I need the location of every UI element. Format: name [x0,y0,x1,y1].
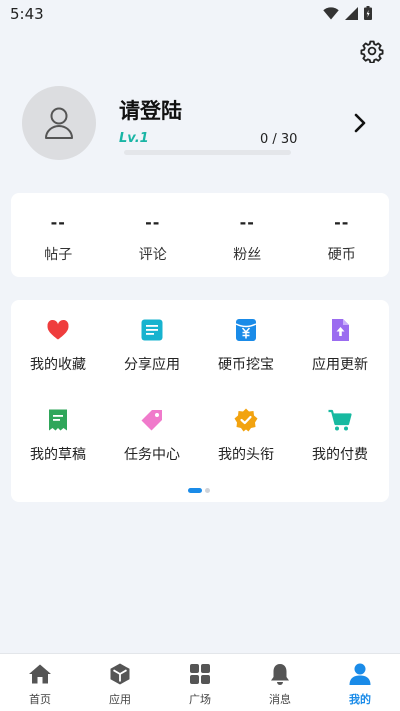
grid-item-drafts[interactable]: 我的草稿 [11,407,105,464]
status-time: 5:43 [10,5,44,23]
stat-comments[interactable]: -- 评论 [106,193,201,277]
stat-fans[interactable]: -- 粉丝 [200,193,295,277]
page-dot [205,488,210,493]
nav-label: 我的 [349,693,371,706]
stat-value: -- [145,213,161,232]
grid-icon [190,664,210,684]
bell-icon [271,664,289,685]
stat-value: -- [239,213,255,232]
nav-messages[interactable]: 消息 [240,654,320,711]
nav-label: 消息 [269,693,291,706]
level-progress-text: 0 / 30 [260,132,298,147]
grid-item-coin-treasure[interactable]: 硬币挖宝 [199,317,293,374]
home-icon [29,664,51,684]
stat-label: 硬币 [327,247,356,263]
person-icon [349,663,371,685]
stats-card: -- 帖子 -- 评论 -- 粉丝 -- 硬币 [11,193,389,277]
nav-label: 广场 [189,693,211,706]
stat-label: 粉丝 [233,247,262,263]
grid-item-label: 我的付费 [312,447,368,463]
level-badge: Lv.1 [119,131,149,146]
gear-icon[interactable] [360,39,384,63]
stat-value: -- [50,213,66,232]
apps-cube-icon [110,663,130,685]
stat-label: 评论 [138,247,167,263]
draft-icon [49,409,67,431]
grid-item-label: 我的收藏 [30,357,86,373]
signal-icon [345,6,358,20]
grid-item-label: 我的头衔 [218,447,274,463]
grid-item-label: 我的草稿 [30,447,86,463]
status-bar: 5:43 [0,0,400,28]
grid-item-app-update[interactable]: 应用更新 [293,317,387,374]
coin-envelope-icon [235,319,257,341]
wifi-icon [323,6,339,19]
nav-mine[interactable]: 我的 [320,654,400,711]
stat-label: 帖子 [44,247,73,263]
page-dot-active [188,488,202,493]
chevron-right-icon[interactable] [352,112,368,134]
nav-plaza[interactable]: 广场 [160,654,240,711]
grid-item-label: 任务中心 [124,447,180,463]
share-icon [141,319,163,341]
stat-value: -- [334,213,350,232]
grid-item-label: 应用更新 [312,357,368,373]
battery-icon [364,6,372,20]
stat-coins[interactable]: -- 硬币 [295,193,390,277]
cart-icon [328,409,352,431]
status-icons [323,6,372,20]
grid-item-my-payments[interactable]: 我的付费 [293,407,387,464]
login-prompt[interactable]: 请登陆 [119,95,182,125]
update-file-icon [332,319,349,341]
avatar[interactable] [22,86,96,160]
nav-apps[interactable]: 应用 [80,654,160,711]
stat-posts[interactable]: -- 帖子 [11,193,106,277]
grid-item-label: 硬币挖宝 [218,357,274,373]
badge-icon [234,408,258,432]
nav-label: 应用 [109,693,131,706]
page-indicator [188,488,210,493]
bottom-navigation: 首页 应用 广场 消息 我的 [0,653,400,711]
grid-item-my-title[interactable]: 我的头衔 [199,407,293,464]
heart-icon [47,319,69,340]
user-placeholder-icon [45,107,73,139]
level-progress-bar [124,150,291,155]
grid-item-task-center[interactable]: 任务中心 [105,407,199,464]
grid-item-label: 分享应用 [124,357,180,373]
nav-home[interactable]: 首页 [0,654,80,711]
grid-item-favorites[interactable]: 我的收藏 [11,317,105,374]
grid-item-share-app[interactable]: 分享应用 [105,317,199,374]
nav-label: 首页 [29,693,51,706]
profile-header[interactable]: 请登陆 Lv.1 0 / 30 [22,86,378,162]
feature-grid-card: 我的收藏 分享应用 硬币挖宝 应用更新 我的草稿 任务中心 我的头衔 我的付费 [11,300,389,502]
tag-icon [141,410,162,431]
